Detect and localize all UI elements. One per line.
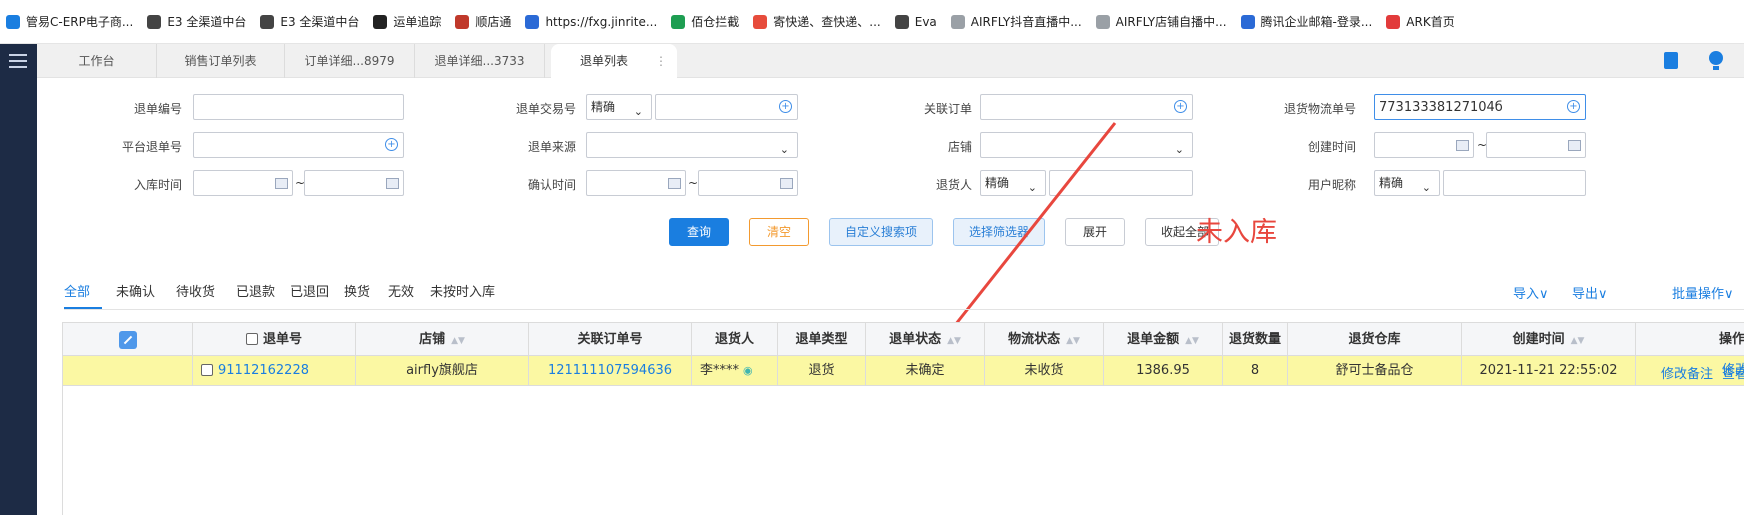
- header-logistics-status[interactable]: 物流状态 ▲▼: [985, 323, 1104, 356]
- status-cell: 未确定: [866, 356, 985, 385]
- qty-cell: 8: [1223, 356, 1288, 385]
- shop-cell: airfly旗舰店: [356, 356, 529, 385]
- header-warehouse: 退货仓库: [1288, 323, 1462, 356]
- row-edit-cell: [63, 356, 193, 385]
- returner-cell: 李**** ◉: [692, 356, 778, 385]
- header-label: 退单号: [262, 332, 302, 347]
- header-label: 退货仓库: [1348, 332, 1401, 347]
- export-menu[interactable]: 导出∨: [1572, 283, 1608, 302]
- status-tab[interactable]: 全部: [64, 281, 90, 300]
- header-label: 创建时间: [1512, 332, 1565, 347]
- header-label: 物流状态: [1008, 332, 1061, 347]
- header-actions: 操作: [1636, 323, 1744, 356]
- created-time-cell: 2021-11-21 22:55:02: [1462, 356, 1636, 385]
- table-row[interactable]: 91112162228 airfly旗舰店 121111107594636 李*…: [63, 356, 1744, 386]
- sort-icon[interactable]: ▲▼: [1185, 336, 1199, 346]
- status-tab[interactable]: 待收货: [176, 281, 215, 300]
- sort-icon[interactable]: ▲▼: [947, 336, 961, 346]
- header-status[interactable]: 退单状态 ▲▼: [866, 323, 985, 356]
- status-tab[interactable]: 未确认: [116, 281, 155, 300]
- header-refund-no: 退单号: [193, 323, 356, 356]
- status-tab[interactable]: 换货: [344, 281, 370, 300]
- header-returner: 退货人: [692, 323, 778, 356]
- warehouse-cell: 舒可士备品仓: [1288, 356, 1462, 385]
- type-cell: 退货: [778, 356, 866, 385]
- header-shop[interactable]: 店铺 ▲▼: [356, 323, 529, 356]
- row-checkbox[interactable]: [201, 364, 213, 376]
- sort-icon[interactable]: ▲▼: [1571, 336, 1585, 346]
- header-label: 店铺: [419, 332, 446, 347]
- header-label: 退单状态: [889, 332, 942, 347]
- divider: [64, 309, 1744, 310]
- status-tab[interactable]: 无效: [388, 281, 414, 300]
- header-created-time[interactable]: 创建时间 ▲▼: [1462, 323, 1636, 356]
- header-label: 退单金额: [1127, 332, 1180, 347]
- header-label: 操作: [1718, 332, 1744, 347]
- status-tab[interactable]: 已退回: [290, 281, 329, 300]
- sort-icon[interactable]: ▲▼: [451, 336, 465, 346]
- header-amount[interactable]: 退单金额 ▲▼: [1104, 323, 1223, 356]
- table-header: 退单号 店铺 ▲▼ 关联订单号 退货人 退单类型 退单状态 ▲▼ 物流状态 ▲▼ 退单…: [63, 322, 1744, 356]
- edit-columns-icon[interactable]: [118, 330, 137, 349]
- logistics-status-cell: 未收货: [985, 356, 1104, 385]
- related-order-link[interactable]: 121111107594636: [548, 363, 672, 378]
- batch-operations-menu[interactable]: 批量操作∨: [1672, 283, 1734, 302]
- sort-icon[interactable]: ▲▼: [1066, 336, 1080, 346]
- amount-cell: 1386.95: [1104, 356, 1223, 385]
- import-menu[interactable]: 导入∨: [1513, 283, 1549, 302]
- refund-no-cell: 91112162228: [193, 356, 356, 385]
- refund-no-link[interactable]: 91112162228: [218, 363, 309, 378]
- header-label: 退货数量: [1228, 332, 1281, 347]
- returner-value: 李****: [700, 363, 740, 378]
- header-edit-column[interactable]: [63, 323, 193, 356]
- view-link[interactable]: 查看: [1722, 363, 1744, 382]
- status-tab[interactable]: 已退款: [236, 281, 275, 300]
- header-type: 退单类型: [778, 323, 866, 356]
- header-qty: 退货数量: [1223, 323, 1288, 356]
- header-related-order: 关联订单号: [529, 323, 692, 356]
- edit-note-link-visible[interactable]: 修改备注: [1661, 363, 1713, 382]
- header-label: 退单类型: [795, 332, 848, 347]
- header-label: 关联订单号: [577, 332, 643, 347]
- status-tab[interactable]: 未按时入库: [430, 281, 495, 300]
- refund-table: 退单号 店铺 ▲▼ 关联订单号 退货人 退单类型 退单状态 ▲▼ 物流状态 ▲▼ 退单…: [62, 322, 1744, 515]
- select-all-checkbox[interactable]: [245, 333, 258, 345]
- related-order-cell: 121111107594636: [529, 356, 692, 385]
- eye-icon[interactable]: ◉: [743, 364, 753, 377]
- header-label: 退货人: [714, 332, 754, 347]
